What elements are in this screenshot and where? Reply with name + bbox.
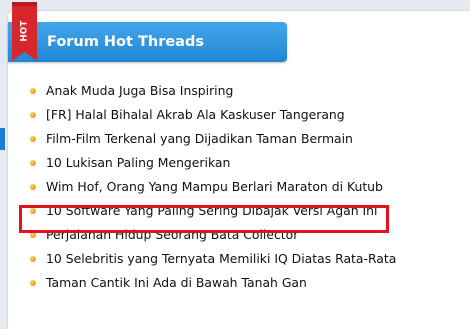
page-edge-accent [0, 128, 5, 150]
thread-link[interactable]: [FR] Halal Bihalal Akrab Ala Kaskuser Ta… [46, 107, 345, 122]
thread-link[interactable]: 10 Lukisan Paling Mengerikan [46, 155, 230, 170]
bullet-dot-icon [30, 232, 36, 238]
thread-item: 10 Lukisan Paling Mengerikan [20, 151, 450, 175]
thread-link[interactable]: Perjalanan Hidup Seorang Bata Collector [46, 227, 298, 242]
thread-item: Wim Hof, Orang Yang Mampu Berlari Marato… [20, 175, 450, 199]
bullet-dot-icon [30, 88, 36, 94]
thread-item: [FR] Halal Bihalal Akrab Ala Kaskuser Ta… [20, 103, 450, 127]
thread-item: Anak Muda Juga Bisa Inspiring [20, 79, 450, 103]
hot-ribbon-icon: HOT [12, 2, 37, 61]
thread-item: 10 Selebritis yang Ternyata Memiliki IQ … [20, 247, 450, 271]
bullet-dot-icon [30, 136, 36, 142]
panel-title: Forum Hot Threads [47, 34, 204, 50]
bullet-dot-icon [30, 112, 36, 118]
thread-link[interactable]: 10 Selebritis yang Ternyata Memiliki IQ … [46, 251, 396, 266]
thread-link[interactable]: Anak Muda Juga Bisa Inspiring [46, 83, 233, 98]
thread-list: Anak Muda Juga Bisa Inspiring [FR] Halal… [20, 79, 450, 295]
bullet-dot-icon [30, 160, 36, 166]
bullet-dot-icon [30, 256, 36, 262]
hot-badge-label: HOT [19, 20, 30, 42]
thread-link[interactable]: Wim Hof, Orang Yang Mampu Berlari Marato… [46, 179, 383, 194]
thread-link[interactable]: Film-Film Terkenal yang Dijadikan Taman … [46, 131, 353, 146]
thread-item: Taman Cantik Ini Ada di Bawah Tanah Gan [20, 271, 450, 295]
thread-link[interactable]: Taman Cantik Ini Ada di Bawah Tanah Gan [46, 275, 307, 290]
bullet-dot-icon [30, 208, 36, 214]
panel-header: Forum Hot Threads [8, 22, 287, 62]
thread-link[interactable]: 10 Software Yang Paling Sering Dibajak V… [46, 203, 377, 218]
thread-item: Perjalanan Hidup Seorang Bata Collector [20, 223, 450, 247]
bullet-dot-icon [30, 184, 36, 190]
bullet-dot-icon [30, 280, 36, 286]
forum-hot-threads-panel: HOT Forum Hot Threads Anak Muda Juga Bis… [7, 2, 470, 329]
thread-item-highlighted: 10 Software Yang Paling Sering Dibajak V… [20, 199, 450, 223]
thread-item: Film-Film Terkenal yang Dijadikan Taman … [20, 127, 450, 151]
